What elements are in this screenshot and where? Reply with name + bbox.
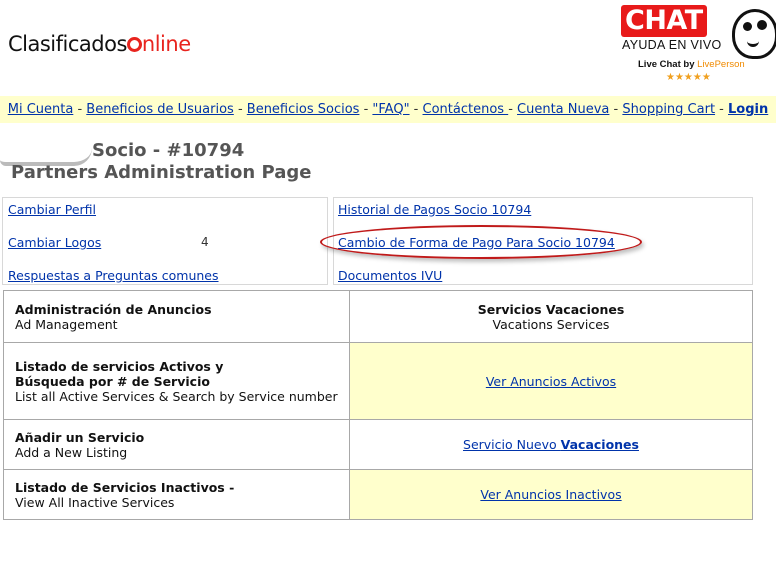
rating-stars-icon: ★★★★★ <box>666 72 711 83</box>
logo-o-ring-icon <box>126 37 142 52</box>
nav-beneficios-socios[interactable]: Beneficios Socios <box>247 102 360 117</box>
historial-pagos-link[interactable]: Historial de Pagos Socio 10794 <box>338 202 531 217</box>
liveperson-brand: LivePerson <box>697 59 745 70</box>
ver-anuncios-inactivos-link[interactable]: Ver Anuncios Inactivos <box>480 487 621 502</box>
logos-tail-text: 4 <box>201 235 209 249</box>
chat-subtitle: AYUDA EN VIVO <box>622 38 722 52</box>
respuestas-preguntas-link[interactable]: Respuestas a Preguntas comunes <box>8 268 219 283</box>
top-navigation: Mi Cuenta - Beneficios de Usuarios - Ben… <box>0 96 776 123</box>
table-header-row: Administración de Anuncios Ad Management… <box>3 290 753 343</box>
servicio-nuevo-vacaciones-link[interactable]: Servicio Nuevo Vacaciones <box>463 437 639 452</box>
nav-cuenta-nueva[interactable]: Cuenta Nueva <box>517 102 609 117</box>
chat-label: CHAT <box>621 5 707 37</box>
table-header-left: Administración de Anuncios Ad Management <box>3 290 350 343</box>
nav-mi-cuenta[interactable]: Mi Cuenta <box>8 102 74 117</box>
cambiar-perfil-link[interactable]: Cambiar Perfil <box>8 202 96 217</box>
ad-management-table: Administración de Anuncios Ad Management… <box>3 290 753 520</box>
highlight-ellipse <box>320 225 642 259</box>
logo-suffix: nline <box>141 32 191 56</box>
logo-text: Clasificados <box>8 32 127 56</box>
documentos-ivu-link[interactable]: Documentos IVU <box>338 268 442 283</box>
chat-provider: Live Chat by LivePerson <box>638 59 745 70</box>
socio-title: Socio - #10794 <box>92 140 245 161</box>
table-row: Añadir un Servicio Add a New Listing Ser… <box>3 419 753 470</box>
cambiar-logos-link[interactable]: Cambiar Logos <box>8 235 101 250</box>
nav-faq[interactable]: "FAQ" <box>372 102 409 117</box>
site-header: Clasificados nline CHAT AYUDA EN VIVO Liv… <box>0 0 776 92</box>
chat-mascot-icon <box>732 9 776 59</box>
nav-contactenos[interactable]: Contáctenos <box>423 102 509 117</box>
nav-shopping-cart[interactable]: Shopping Cart <box>622 102 715 117</box>
table-row: Listado de servicios Activos y Búsqueda … <box>3 342 753 420</box>
page-title: Partners Administration Page <box>11 162 312 183</box>
clasificados-online-logo[interactable]: Clasificados nline <box>8 32 191 56</box>
nav-beneficios-usuarios[interactable]: Beneficios de Usuarios <box>86 102 234 117</box>
table-header-right: Servicios Vacaciones Vacations Services <box>349 290 753 343</box>
nav-login[interactable]: Login <box>728 102 768 117</box>
profile-links-box: Cambiar Perfil Cambiar Logos 4 Respuesta… <box>2 197 328 285</box>
live-chat-widget[interactable]: CHAT AYUDA EN VIVO Live Chat by LivePers… <box>618 3 776 89</box>
table-row: Listado de Servicios Inactivos - View Al… <box>3 469 753 520</box>
ver-anuncios-activos-link[interactable]: Ver Anuncios Activos <box>486 374 616 389</box>
